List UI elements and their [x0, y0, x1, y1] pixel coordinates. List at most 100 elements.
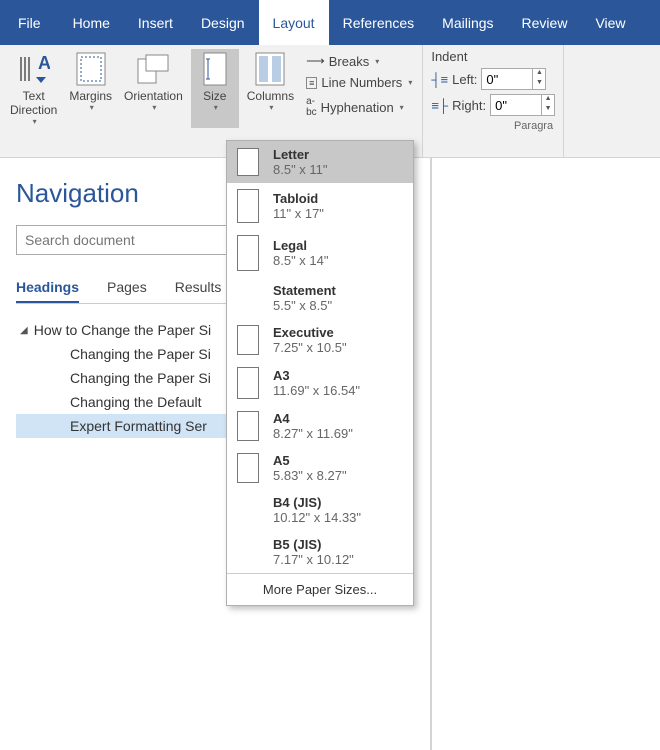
size-option[interactable]: B4 (JIS)10.12" x 14.33" [227, 489, 413, 531]
text-direction-label: Text Direction [10, 89, 57, 117]
size-icon [195, 51, 235, 87]
tab-mailings[interactable]: Mailings [428, 0, 507, 45]
hyphenation-icon: a-bc [306, 96, 317, 118]
size-label: Size [203, 89, 226, 103]
chevron-down-icon: ▾ [269, 103, 273, 112]
tab-layout[interactable]: Layout [259, 0, 329, 45]
chevron-down-icon: ▾ [214, 103, 218, 112]
indent-right-label: Right: [452, 98, 486, 113]
orientation-icon [133, 51, 173, 87]
columns-label: Columns [247, 89, 294, 103]
size-option[interactable]: A55.83" x 8.27" [227, 447, 413, 489]
margins-button[interactable]: Margins ▾ [65, 49, 116, 128]
nav-tab-headings[interactable]: Headings [16, 279, 79, 303]
size-name: Legal [273, 238, 329, 253]
hyphenation-label: Hyphenation [321, 100, 394, 115]
breaks-label: Breaks [329, 54, 369, 69]
tree-item-label: Changing the Paper Si [70, 346, 211, 362]
size-option[interactable]: Letter8.5" x 11" [227, 141, 413, 183]
size-option[interactable]: Statement5.5" x 8.5" [227, 277, 413, 319]
size-option[interactable]: A48.27" x 11.69" [227, 405, 413, 447]
size-option[interactable]: A311.69" x 16.54" [227, 361, 413, 405]
tab-file[interactable]: File [0, 0, 59, 45]
line-numbers-button[interactable]: ≡ Line Numbers ▾ [304, 73, 414, 92]
chevron-down-icon: ▾ [152, 103, 156, 112]
collapse-arrow-icon[interactable]: ◢ [20, 325, 28, 336]
indent-left-input[interactable]: ▲▼ [481, 68, 546, 90]
chevron-down-icon: ▾ [375, 57, 379, 66]
chevron-down-icon: ▾ [400, 103, 404, 112]
columns-button[interactable]: Columns ▾ [243, 49, 298, 128]
page-thumb-icon [237, 325, 259, 355]
tab-view[interactable]: View [581, 0, 639, 45]
size-dims: 5.83" x 8.27" [273, 468, 347, 483]
tree-item-label: Changing the Default [70, 394, 202, 410]
tree-item-label: Expert Formatting Ser [70, 418, 207, 434]
size-option[interactable]: Executive7.25" x 10.5" [227, 319, 413, 361]
indent-left-label: Left: [452, 72, 477, 87]
spin-up-icon[interactable]: ▲ [533, 69, 545, 79]
size-dims: 5.5" x 8.5" [273, 298, 336, 313]
margins-label: Margins [69, 89, 112, 103]
orientation-button[interactable]: Orientation ▾ [120, 49, 187, 128]
size-dropdown: Letter8.5" x 11"Tabloid11" x 17"Legal8.5… [226, 140, 414, 606]
tab-references[interactable]: References [329, 0, 429, 45]
size-dims: 11.69" x 16.54" [273, 383, 360, 398]
nav-tab-pages[interactable]: Pages [107, 279, 147, 303]
title-bar: File Home Insert Design Layout Reference… [0, 0, 660, 45]
spin-down-icon[interactable]: ▼ [533, 79, 545, 89]
chevron-down-icon: ▾ [33, 117, 37, 126]
page-thumb-icon [237, 538, 259, 566]
size-option[interactable]: Legal8.5" x 14" [227, 229, 413, 277]
nav-tab-results[interactable]: Results [175, 279, 222, 303]
size-name: A5 [273, 453, 347, 468]
spin-up-icon[interactable]: ▲ [542, 95, 554, 105]
page-thumb-icon [237, 148, 259, 176]
breaks-button[interactable]: ⟶ Breaks ▾ [304, 51, 414, 71]
size-name: B4 (JIS) [273, 495, 361, 510]
line-numbers-icon: ≡ [306, 77, 317, 89]
size-dims: 11" x 17" [273, 206, 324, 221]
tab-insert[interactable]: Insert [124, 0, 187, 45]
chevron-down-icon: ▾ [90, 103, 94, 112]
page-thumb-icon [237, 411, 259, 441]
text-direction-icon: A [14, 51, 54, 87]
indent-left-field[interactable] [482, 72, 532, 87]
tab-review[interactable]: Review [508, 0, 582, 45]
indent-right-input[interactable]: ▲▼ [490, 94, 555, 116]
size-name: Letter [273, 147, 328, 162]
page-thumb-icon [237, 189, 259, 223]
page-thumb-icon [237, 235, 259, 271]
orientation-label: Orientation [124, 89, 183, 103]
indent-left-icon: ┤≡ [431, 72, 448, 87]
hyphenation-button[interactable]: a-bc Hyphenation ▾ [304, 94, 414, 120]
size-name: B5 (JIS) [273, 537, 354, 552]
size-name: Executive [273, 325, 347, 340]
indent-right-icon: ≡├ [431, 98, 448, 113]
tree-root-label: How to Change the Paper Si [34, 322, 211, 338]
size-dims: 8.5" x 11" [273, 162, 328, 177]
indent-right-field[interactable] [491, 98, 541, 113]
size-name: Statement [273, 283, 336, 298]
size-name: Tabloid [273, 191, 324, 206]
tab-home[interactable]: Home [59, 0, 124, 45]
text-direction-button[interactable]: A Text Direction▾ [6, 49, 61, 128]
size-option[interactable]: Tabloid11" x 17" [227, 183, 413, 229]
spin-down-icon[interactable]: ▼ [542, 105, 554, 115]
size-button[interactable]: Size ▾ [191, 49, 239, 128]
size-dims: 8.5" x 14" [273, 253, 329, 268]
page-setup-stack: ⟶ Breaks ▾ ≡ Line Numbers ▾ a-bc Hyphena… [302, 49, 416, 128]
tab-design[interactable]: Design [187, 0, 259, 45]
svg-text:A: A [38, 53, 50, 73]
size-dims: 10.12" x 14.33" [273, 510, 361, 525]
line-numbers-label: Line Numbers [321, 75, 402, 90]
page-thumb-icon [237, 496, 259, 524]
page-thumb-icon [237, 367, 259, 399]
page-thumb-icon [237, 284, 259, 312]
size-option[interactable]: B5 (JIS)7.17" x 10.12" [227, 531, 413, 573]
size-name: A3 [273, 368, 360, 383]
columns-icon [250, 51, 290, 87]
indent-title: Indent [431, 49, 555, 64]
more-paper-sizes[interactable]: More Paper Sizes... [227, 573, 413, 605]
page-thumb-icon [237, 453, 259, 483]
